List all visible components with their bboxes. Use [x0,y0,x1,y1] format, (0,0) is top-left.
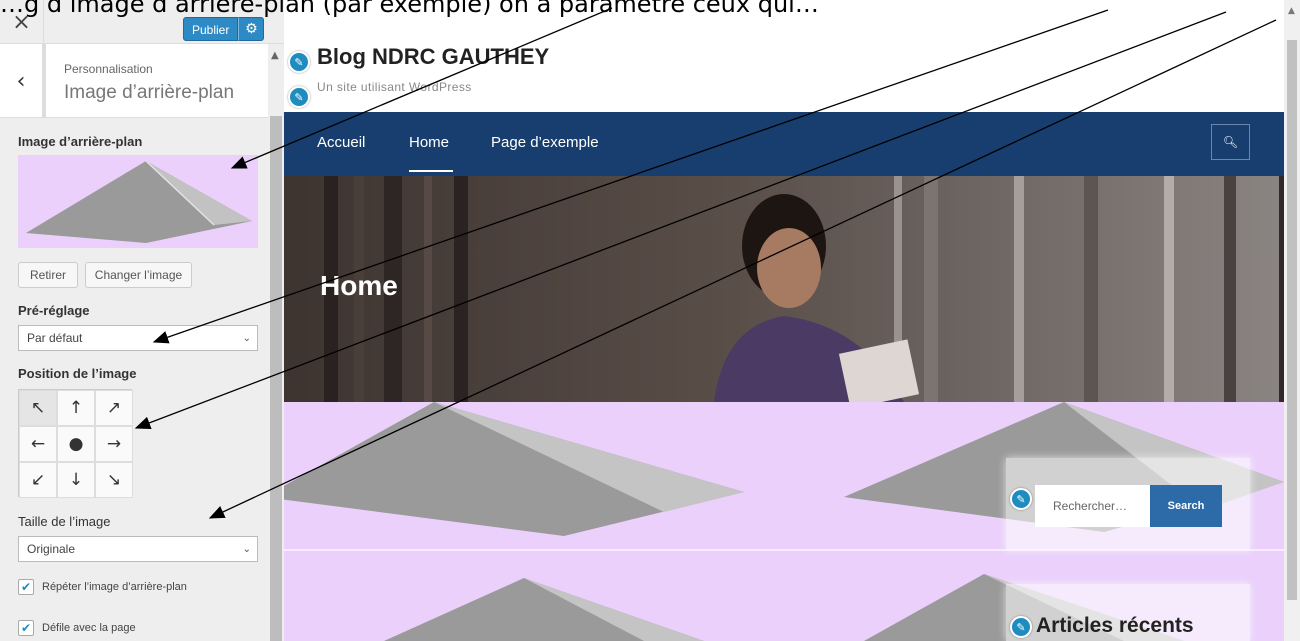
breadcrumb: Personnalisation [64,62,153,76]
preset-label: Pré-réglage [18,303,90,318]
section-title: Image d’arrière-plan [64,82,235,103]
scroll-with-page-label: Défile avec la page [42,622,136,634]
position-top-center-button[interactable]: ↑ [57,390,95,426]
site-preview: ✎ ✎ Blog NDRC GAUTHEY Un site utilisant … [284,0,1284,641]
position-center-left-button[interactable]: ← [19,426,57,462]
position-center-right-button[interactable]: → [95,426,133,462]
position-top-left-button[interactable]: ↖ [19,390,57,426]
edit-tagline-pencil-icon[interactable]: ✎ [288,86,310,108]
position-center-button[interactable]: ● [57,426,95,462]
search-button[interactable]: Search [1150,485,1222,527]
section-header: ‹ Personnalisation Image d’arrière-plan [0,44,268,118]
hero-banner [284,176,1284,402]
chevron-down-icon: ⌄ [242,332,251,344]
nav-active-indicator [409,170,453,172]
nav-item-page-exemple[interactable]: Page d’exemple [491,134,599,151]
repeat-image-checkbox[interactable]: ✔ [18,579,34,595]
chevron-down-icon: ⌄ [242,543,251,555]
nav-item-home[interactable]: Home [409,134,449,151]
image-size-select[interactable]: Originale ⌄ [18,536,258,562]
nav-search-icon[interactable]: 🔍︎ [1211,124,1250,160]
preset-select-value: Par défaut [27,331,83,345]
screenshot-root: × Publier ⚙ ‹ Personnalisation Image d’a… [0,0,1300,641]
remove-image-button[interactable]: Retirer [18,262,78,288]
panel-scroll-thumb[interactable] [270,116,282,641]
preset-select[interactable]: Par défaut ⌄ [18,325,258,351]
scroll-up-icon[interactable]: ▲ [271,50,279,61]
hero-title: Home [320,270,398,301]
preview-scrollbar[interactable]: ▲ [1284,0,1300,641]
panel-scrollbar[interactable]: ▲ [268,44,284,641]
customizer-panel: × Publier ⚙ ‹ Personnalisation Image d’a… [0,0,284,641]
hero-library-photo [284,176,1284,402]
image-size-label: Taille de l’image [18,514,111,529]
edit-recent-posts-pencil-icon[interactable]: ✎ [1010,616,1032,638]
change-image-button[interactable]: Changer l’image [85,262,192,288]
position-top-right-button[interactable]: ↗ [95,390,133,426]
search-input[interactable]: Rechercher… [1035,485,1150,527]
site-title[interactable]: Blog NDRC GAUTHEY [317,44,549,70]
site-tagline: Un site utilisant WordPress [317,80,472,94]
scroll-with-page-checkbox[interactable]: ✔ [18,620,34,636]
recent-posts-title: Articles récents [1036,614,1194,637]
position-bottom-right-button[interactable]: ↘ [95,462,133,498]
position-bottom-left-button[interactable]: ↙ [19,462,57,498]
close-customizer-button[interactable]: × [0,0,44,44]
image-size-select-value: Originale [27,542,76,556]
publish-group: Publier ⚙ [183,17,265,41]
main-navigation: Accueil Home Page d’exemple 🔍︎ [284,112,1284,176]
scroll-up-icon[interactable]: ▲ [1288,6,1295,16]
scroll-with-page-option: ✔ Défile avec la page [18,620,136,636]
edit-title-pencil-icon[interactable]: ✎ [288,51,310,73]
background-image-preview [18,155,258,248]
publish-settings-gear-icon[interactable]: ⚙ [238,17,265,41]
image-position-label: Position de l’image [18,366,137,381]
image-position-grid: ↖ ↑ ↗ ← ● → ↙ ↓ ↘ [18,389,133,498]
preview-scroll-thumb[interactable] [1287,40,1297,600]
pyramid-image-icon [26,160,252,243]
background-image-label: Image d’arrière-plan [18,134,143,149]
customizer-header: × Publier ⚙ [0,0,284,44]
nav-item-accueil[interactable]: Accueil [317,134,365,151]
position-bottom-center-button[interactable]: ↓ [57,462,95,498]
repeat-image-label: Répéter l’image d’arrière-plan [42,581,187,593]
publish-button[interactable]: Publier [183,17,239,41]
edit-search-widget-pencil-icon[interactable]: ✎ [1010,488,1032,510]
repeat-image-option: ✔ Répéter l’image d’arrière-plan [18,579,187,595]
back-button[interactable]: ‹ [0,44,46,118]
